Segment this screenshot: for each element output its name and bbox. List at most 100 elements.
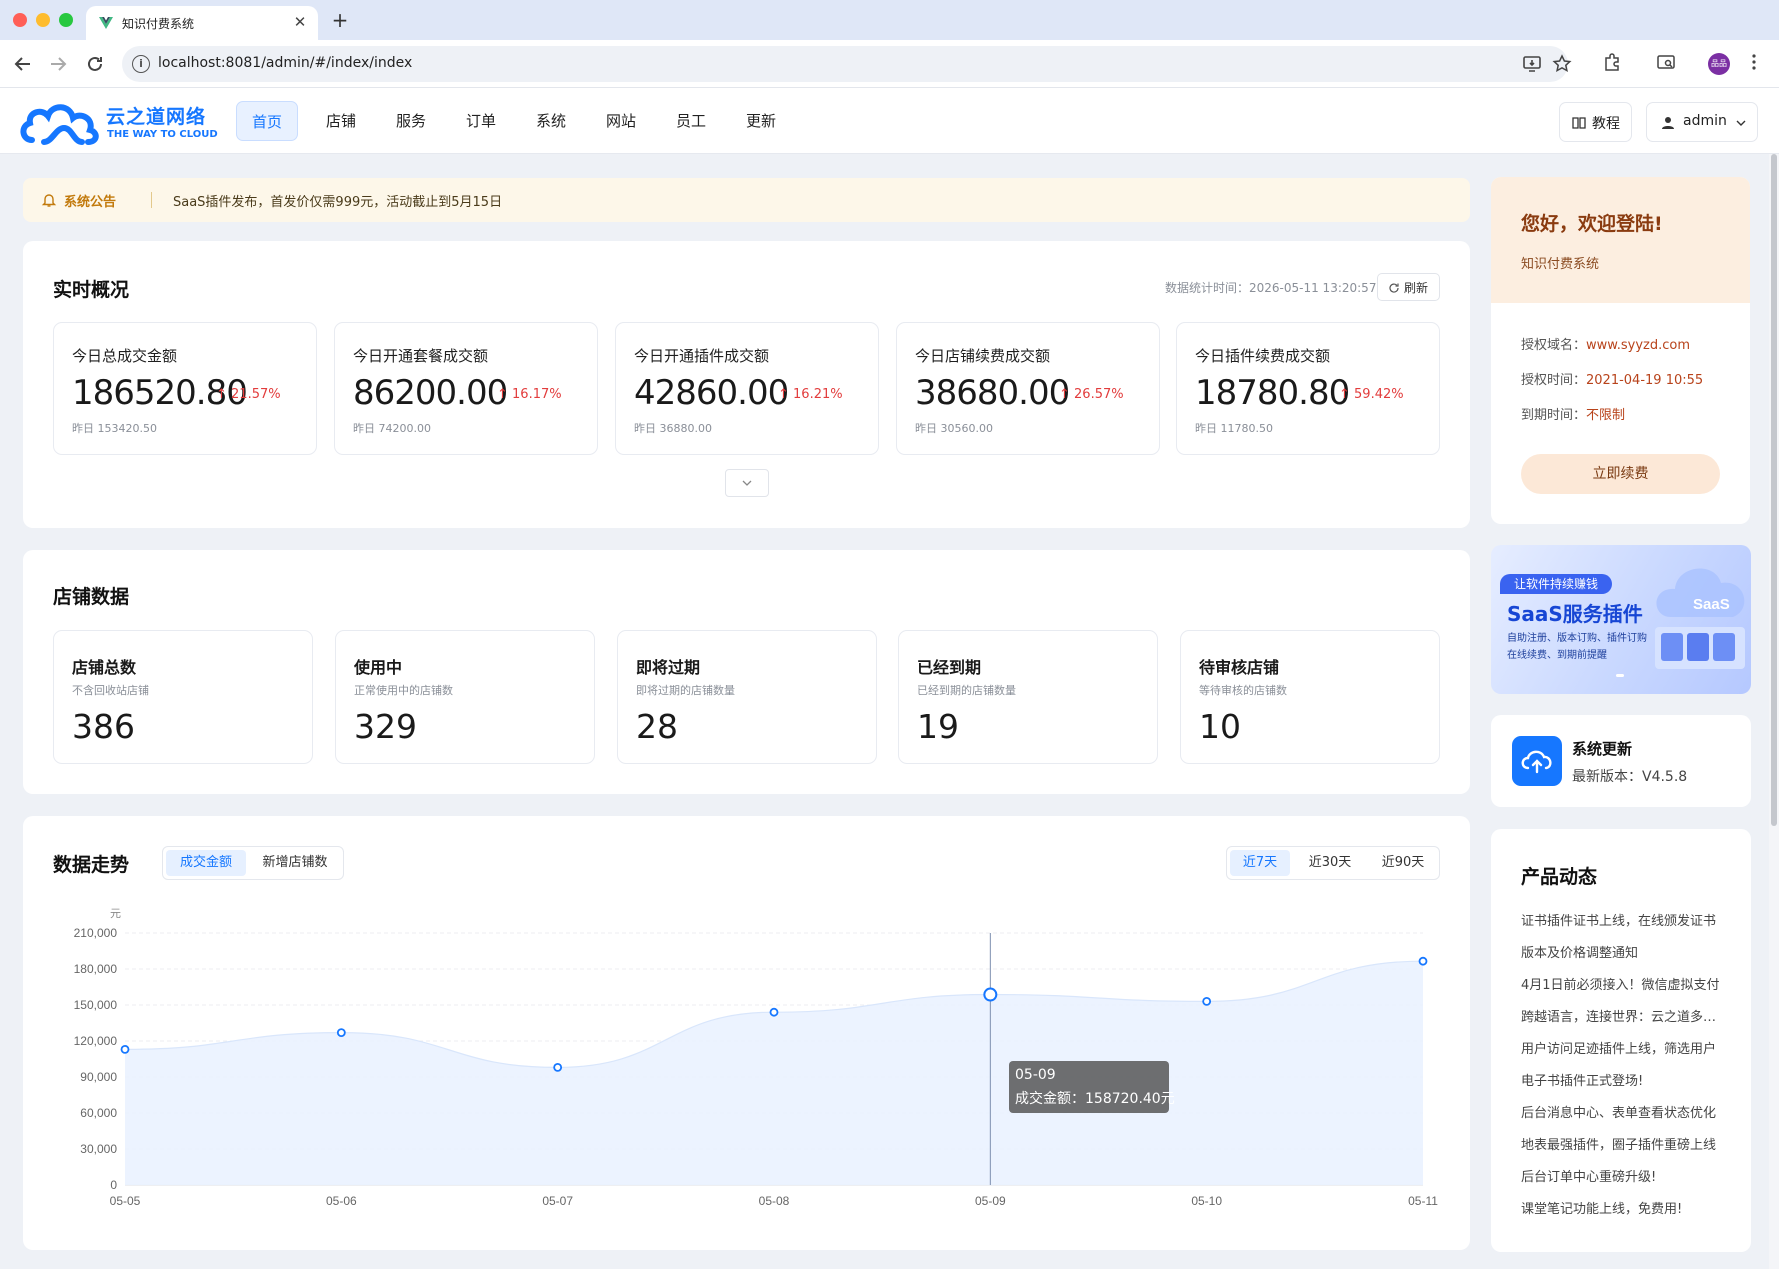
- profile-avatar[interactable]: 品品: [1708, 53, 1730, 75]
- news-item[interactable]: 用户访问足迹插件上线，筛选用户: [1521, 1038, 1721, 1057]
- stat-change: ↑ 16.21%: [778, 387, 843, 402]
- menu-website[interactable]: 网站: [601, 101, 641, 141]
- stat-yesterday: 昨日 36880.00: [634, 422, 712, 435]
- auth-time: 2021-04-19 10:55: [1586, 373, 1704, 388]
- stat-change: ↑ 21.57%: [216, 387, 281, 402]
- shop-count: 386: [72, 707, 135, 746]
- menu-update[interactable]: 更新: [741, 101, 781, 141]
- y-tick-label: 30,000: [80, 1142, 117, 1156]
- x-tick-label: 05-05: [110, 1194, 141, 1208]
- shop-sub: 即将过期的店铺数量: [636, 684, 735, 697]
- menu-order[interactable]: 订单: [461, 101, 501, 141]
- shop-label: 店铺总数: [72, 658, 137, 677]
- shop-card-active[interactable]: 使用中 正常使用中的店铺数 329: [335, 630, 595, 764]
- stat-label: 今日开通插件成交额: [634, 347, 770, 365]
- address-bar: i localhost:8081/admin/#/index/index 品品: [0, 40, 1779, 88]
- forward-icon[interactable]: [46, 52, 70, 76]
- system-notice[interactable]: 系统公告 SaaS插件发布，首发价仅需999元，活动截止到5月15日: [23, 178, 1470, 222]
- auth-domain-row: 授权域名：www.syyzd.com: [1521, 338, 1690, 353]
- carousel-indicator[interactable]: [1616, 674, 1624, 677]
- menu-home[interactable]: 首页: [236, 101, 298, 141]
- tab-title: 知识付费系统: [122, 17, 195, 31]
- data-point: [553, 1062, 563, 1072]
- tab-search-icon[interactable]: [1654, 52, 1678, 76]
- stat-card-plugin-renew: 今日插件续费成交额 18780.80 ↑ 59.42% 昨日 11780.50: [1176, 322, 1440, 455]
- chart-tooltip: 05-09 成交金额：158720.40元: [1009, 1061, 1175, 1113]
- brand-name: 云之道网络: [106, 106, 207, 128]
- stat-yesterday: 昨日 74200.00: [353, 422, 431, 435]
- refresh-button[interactable]: 刷新: [1377, 273, 1440, 301]
- user-menu-button[interactable]: admin: [1646, 102, 1758, 142]
- trend-chart[interactable]: 210,000 180,000 150,000 120,000 90,000 60,000…: [23, 816, 1470, 1250]
- data-point: [1418, 956, 1428, 966]
- news-item[interactable]: 跨越语言，连接世界：云之道多语言: [1521, 1006, 1721, 1025]
- shop-card-pending[interactable]: 待审核店铺 等待审核的店铺数 10: [1180, 630, 1440, 764]
- stat-time: 数据统计时间：2026-05-11 13:20:57: [1165, 281, 1377, 295]
- brand-logo[interactable]: 云之道网络 THE WAY TO CLOUD: [18, 96, 218, 148]
- browser-tab[interactable]: 知识付费系统 ✕: [86, 6, 318, 40]
- shop-label: 使用中: [354, 658, 403, 677]
- y-tick-label: 150,000: [74, 998, 118, 1012]
- news-item[interactable]: 地表最强插件，圈子插件重磅上线: [1521, 1134, 1721, 1153]
- menu-shop[interactable]: 店铺: [321, 101, 361, 141]
- data-point: [336, 1028, 346, 1038]
- banner-line1: 自助注册、版本订购、插件订购: [1507, 633, 1647, 644]
- tooltip-date: 05-09: [1015, 1067, 1056, 1083]
- menu-staff[interactable]: 员工: [671, 101, 711, 141]
- system-update-card[interactable]: 系统更新 最新版本：V4.5.8: [1491, 715, 1751, 807]
- expand-button[interactable]: [725, 469, 769, 497]
- back-icon[interactable]: [11, 52, 35, 76]
- page-scrollbar[interactable]: [1769, 154, 1779, 1269]
- shop-data-title: 店铺数据: [53, 586, 130, 608]
- stat-value: 38680.00: [915, 373, 1070, 413]
- install-app-icon[interactable]: [1522, 54, 1542, 74]
- extensions-icon[interactable]: [1600, 52, 1624, 76]
- news-item[interactable]: 后台订单中心重磅升级!: [1521, 1166, 1721, 1185]
- stat-card-package: 今日开通套餐成交额 86200.00 ↑ 16.17% 昨日 74200.00: [334, 322, 598, 455]
- shop-count: 28: [636, 707, 678, 746]
- shop-card-expiring[interactable]: 即将过期 即将过期的店铺数量 28: [617, 630, 877, 764]
- data-point: [769, 1007, 779, 1017]
- shop-sub: 正常使用中的店铺数: [354, 684, 453, 697]
- stat-label: 今日店铺续费成交额: [915, 347, 1051, 365]
- expire-row: 到期时间：不限制: [1521, 408, 1626, 423]
- stat-label: 今日开通套餐成交额: [353, 347, 489, 365]
- renew-button[interactable]: 立即续费: [1521, 454, 1720, 494]
- chrome-menu-icon[interactable]: [1742, 52, 1766, 76]
- tab-close-icon[interactable]: ✕: [290, 12, 310, 32]
- tutorial-button[interactable]: 教程: [1559, 102, 1632, 142]
- stat-value: 18780.80: [1195, 373, 1350, 413]
- site-info-icon[interactable]: i: [132, 55, 150, 73]
- stat-yesterday: 昨日 11780.50: [1195, 422, 1273, 435]
- y-tick-label: 60,000: [80, 1106, 117, 1120]
- menu-service[interactable]: 服务: [391, 101, 431, 141]
- shop-card-total[interactable]: 店铺总数 不含回收站店铺 386: [53, 630, 313, 764]
- reload-icon[interactable]: [83, 52, 107, 76]
- menu-system[interactable]: 系统: [531, 101, 571, 141]
- shop-label: 即将过期: [636, 658, 701, 677]
- news-item[interactable]: 证书插件证书上线，在线颁发证书: [1521, 910, 1721, 929]
- news-item[interactable]: 课堂笔记功能上线，免费用!: [1521, 1198, 1721, 1217]
- close-window-button[interactable]: [13, 13, 27, 27]
- stat-card-plugin: 今日开通插件成交额 42860.00 ↑ 16.21% 昨日 36880.00: [615, 322, 879, 455]
- news-item[interactable]: 版本及价格调整通知: [1521, 942, 1721, 961]
- news-item[interactable]: 4月1日前必须接入！微信虚拟支付: [1521, 974, 1721, 993]
- news-item[interactable]: 电子书插件正式登场!: [1521, 1070, 1721, 1089]
- bookmark-star-icon[interactable]: [1552, 54, 1572, 74]
- browser-chrome: 知识付费系统 ✕ + i localhost:8081/admin/#/inde…: [0, 0, 1779, 88]
- news-item[interactable]: 后台消息中心、表单查看状态优化: [1521, 1102, 1721, 1121]
- new-tab-button[interactable]: +: [328, 8, 352, 32]
- stat-yesterday: 昨日 30560.00: [915, 422, 993, 435]
- shop-label: 待审核店铺: [1199, 658, 1280, 677]
- url-field[interactable]: i localhost:8081/admin/#/index/index: [122, 46, 1572, 82]
- y-axis-unit: 元: [110, 908, 121, 920]
- x-tick-label: 05-08: [759, 1194, 790, 1208]
- shop-count: 10: [1199, 707, 1241, 746]
- maximize-window-button[interactable]: [59, 13, 73, 27]
- shop-card-expired[interactable]: 已经到期 已经到期的店铺数量 19: [898, 630, 1158, 764]
- stat-card-shop-renew: 今日店铺续费成交额 38680.00 ↑ 26.57% 昨日 30560.00: [896, 322, 1160, 455]
- minimize-window-button[interactable]: [36, 13, 50, 27]
- scrollbar-thumb[interactable]: [1771, 154, 1777, 826]
- saas-banner[interactable]: SaaS 让软件持续赚钱 SaaS服务插件 自助注册、版本订购、插件订购 在线续…: [1491, 545, 1751, 694]
- update-title: 系统更新: [1572, 740, 1633, 758]
